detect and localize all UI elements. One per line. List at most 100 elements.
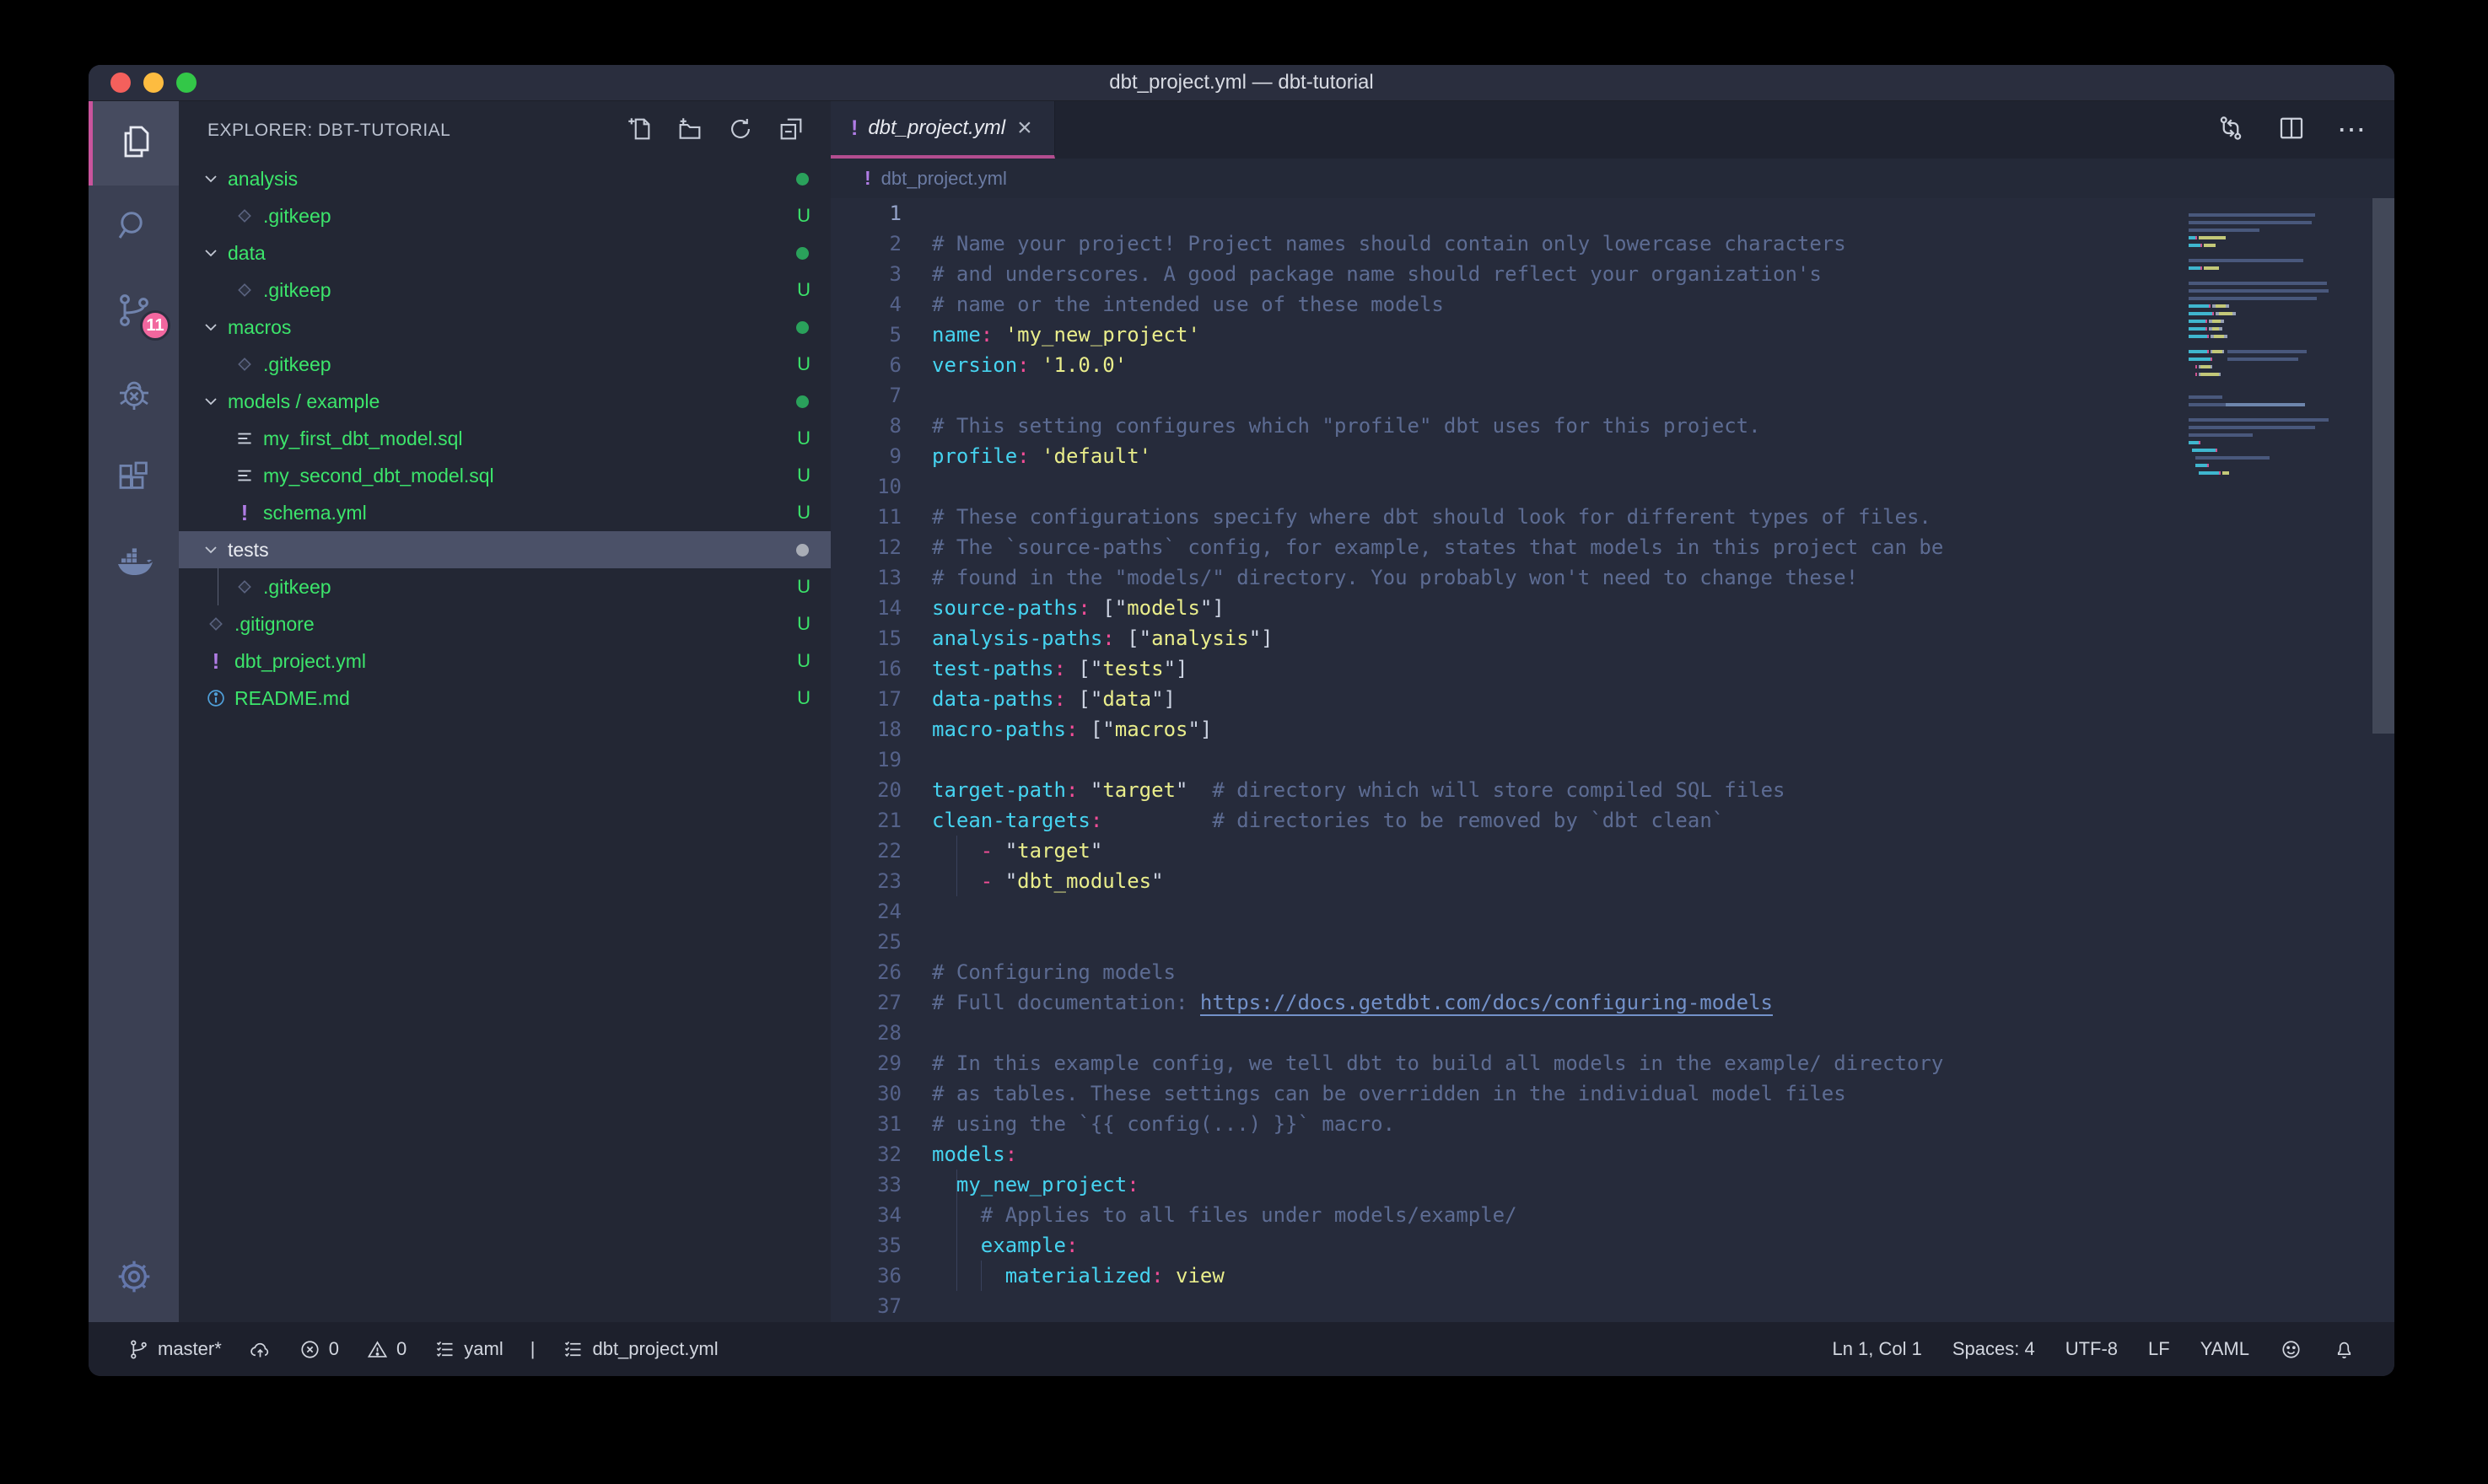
code-line-9[interactable]: 9profile: 'default' bbox=[831, 441, 2394, 471]
status-notifications[interactable] bbox=[2333, 1338, 2356, 1361]
code-line-11[interactable]: 11# These configurations specify where d… bbox=[831, 502, 2394, 532]
tree-item-label: .gitkeep bbox=[263, 205, 331, 228]
new-folder-icon[interactable] bbox=[676, 115, 704, 148]
code-line-12[interactable]: 12# The `source-paths` config, for examp… bbox=[831, 532, 2394, 562]
status-indentation[interactable]: Spaces: 4 bbox=[1952, 1338, 2035, 1360]
breadcrumb[interactable]: ! dbt_project.yml bbox=[831, 159, 2394, 198]
tree-row--gitkeep[interactable]: .gitkeepU bbox=[179, 272, 831, 309]
code-line-31[interactable]: 31# using the `{{ config(...) }}` macro. bbox=[831, 1109, 2394, 1139]
activity-item-extensions[interactable] bbox=[89, 438, 179, 523]
code-line-1[interactable]: 1 bbox=[831, 198, 2394, 229]
status-eol[interactable]: LF bbox=[2148, 1338, 2170, 1360]
code-line-32[interactable]: 32models: bbox=[831, 1139, 2394, 1169]
code-line-19[interactable]: 19 bbox=[831, 745, 2394, 775]
vertical-scrollbar[interactable] bbox=[2372, 198, 2394, 734]
tree-row--gitignore[interactable]: .gitignoreU bbox=[179, 605, 831, 643]
tree-row-schema-yml[interactable]: !schema.ymlU bbox=[179, 494, 831, 531]
status-item-left-4[interactable]: yaml bbox=[434, 1338, 503, 1361]
tree-row-my-first-dbt-model-sql[interactable]: my_first_dbt_model.sqlU bbox=[179, 420, 831, 457]
tab-dbt-project-yml[interactable]: ! dbt_project.yml × bbox=[831, 101, 1055, 159]
code-line-30[interactable]: 30# as tables. These settings can be ove… bbox=[831, 1078, 2394, 1109]
status-language-mode[interactable]: YAML bbox=[2200, 1338, 2249, 1360]
status-encoding[interactable]: UTF-8 bbox=[2065, 1338, 2118, 1360]
code-line-10[interactable]: 10 bbox=[831, 471, 2394, 502]
code-line-5[interactable]: 5name: 'my_new_project' bbox=[831, 320, 2394, 350]
open-changes-icon[interactable] bbox=[2216, 113, 2246, 148]
code-line-4[interactable]: 4# name or the intended use of these mod… bbox=[831, 289, 2394, 320]
code-line-2[interactable]: 2# Name your project! Project names shou… bbox=[831, 229, 2394, 259]
tree-row--gitkeep[interactable]: .gitkeepU bbox=[179, 346, 831, 383]
code-line-23[interactable]: 23 - "dbt_modules" bbox=[831, 866, 2394, 896]
activity-item-explorer[interactable] bbox=[89, 101, 179, 186]
tab-label: dbt_project.yml bbox=[868, 116, 1005, 140]
code-line-37[interactable]: 37 bbox=[831, 1291, 2394, 1321]
status-item-left-1[interactable] bbox=[249, 1338, 272, 1361]
activity-item-debug[interactable] bbox=[89, 354, 179, 438]
minimap[interactable] bbox=[2189, 203, 2370, 484]
code-line-8[interactable]: 8# This setting configures which "profil… bbox=[831, 411, 2394, 441]
new-file-icon[interactable] bbox=[625, 115, 654, 148]
code-line-29[interactable]: 29# In this example config, we tell dbt … bbox=[831, 1048, 2394, 1078]
close-window-button[interactable] bbox=[110, 73, 131, 93]
code-line-33[interactable]: 33 my_new_project: bbox=[831, 1169, 2394, 1200]
split-editor-icon[interactable] bbox=[2276, 113, 2307, 148]
minimize-window-button[interactable] bbox=[143, 73, 164, 93]
code-line-13[interactable]: 13# found in the "models/" directory. Yo… bbox=[831, 562, 2394, 593]
line-content: materialized: view bbox=[932, 1261, 1225, 1291]
more-actions-icon[interactable]: ⋯ bbox=[2337, 116, 2366, 144]
status-cursor-position[interactable]: Ln 1, Col 1 bbox=[1832, 1338, 1921, 1360]
activity-item-docker[interactable] bbox=[89, 523, 179, 607]
tree-row-analysis[interactable]: analysis bbox=[179, 160, 831, 197]
code-line-36[interactable]: 36 materialized: view bbox=[831, 1261, 2394, 1291]
tree-row-readme-md[interactable]: README.mdU bbox=[179, 680, 831, 717]
status-item-left-6[interactable]: dbt_project.yml bbox=[562, 1338, 718, 1361]
status-label: dbt_project.yml bbox=[592, 1338, 718, 1360]
code-line-21[interactable]: 21clean-targets: # directories to be rem… bbox=[831, 805, 2394, 836]
code-line-20[interactable]: 20target-path: "target" # directory whic… bbox=[831, 775, 2394, 805]
code-line-35[interactable]: 35 example: bbox=[831, 1230, 2394, 1261]
indent-guide bbox=[981, 1261, 982, 1291]
code-line-3[interactable]: 3# and underscores. A good package name … bbox=[831, 259, 2394, 289]
activity-item-source-control[interactable]: 11 bbox=[89, 270, 179, 354]
code-line-26[interactable]: 26# Configuring models bbox=[831, 957, 2394, 987]
code-line-22[interactable]: 22 - "target" bbox=[831, 836, 2394, 866]
activity-item-search[interactable] bbox=[89, 186, 179, 270]
code-line-14[interactable]: 14source-paths: ["models"] bbox=[831, 593, 2394, 623]
code-line-25[interactable]: 25 bbox=[831, 927, 2394, 957]
tree-row-data[interactable]: data bbox=[179, 234, 831, 272]
refresh-icon[interactable] bbox=[726, 115, 755, 148]
git-untracked-badge: U bbox=[797, 465, 810, 487]
status-item-left-3[interactable]: 0 bbox=[366, 1338, 407, 1361]
code-line-18[interactable]: 18macro-paths: ["macros"] bbox=[831, 714, 2394, 745]
activity-item-settings[interactable] bbox=[89, 1234, 179, 1322]
code-line-6[interactable]: 6version: '1.0.0' bbox=[831, 350, 2394, 380]
tree-row-macros[interactable]: macros bbox=[179, 309, 831, 346]
tree-row-models-example[interactable]: models / example bbox=[179, 383, 831, 420]
collapse-all-icon[interactable] bbox=[777, 115, 805, 148]
status-feedback[interactable] bbox=[2280, 1338, 2302, 1361]
line-content: example: bbox=[932, 1230, 1078, 1261]
code-line-7[interactable]: 7 bbox=[831, 380, 2394, 411]
warning-flag-icon: ! bbox=[204, 648, 228, 675]
code-line-15[interactable]: 15analysis-paths: ["analysis"] bbox=[831, 623, 2394, 653]
tree-row-my-second-dbt-model-sql[interactable]: my_second_dbt_model.sqlU bbox=[179, 457, 831, 494]
close-tab-icon[interactable]: × bbox=[1015, 116, 1034, 141]
code-line-28[interactable]: 28 bbox=[831, 1018, 2394, 1048]
zoom-window-button[interactable] bbox=[176, 73, 197, 93]
code-line-16[interactable]: 16test-paths: ["tests"] bbox=[831, 653, 2394, 684]
code-line-17[interactable]: 17data-paths: ["data"] bbox=[831, 684, 2394, 714]
code-line-24[interactable]: 24 bbox=[831, 896, 2394, 927]
documentation-link[interactable]: https://docs.getdbt.com/docs/configuring… bbox=[1200, 991, 1773, 1016]
line-number: 15 bbox=[831, 623, 902, 653]
code-line-34[interactable]: 34 # Applies to all files under models/e… bbox=[831, 1200, 2394, 1230]
tree-row--gitkeep[interactable]: .gitkeepU bbox=[179, 568, 831, 605]
tree-row--gitkeep[interactable]: .gitkeepU bbox=[179, 197, 831, 234]
list-selection-icon bbox=[434, 1338, 456, 1361]
tree-row-tests[interactable]: tests bbox=[179, 531, 831, 568]
line-number: 6 bbox=[831, 350, 902, 380]
code-editor[interactable]: 12# Name your project! Project names sho… bbox=[831, 198, 2394, 1322]
tree-row-dbt-project-yml[interactable]: !dbt_project.ymlU bbox=[179, 643, 831, 680]
code-line-27[interactable]: 27# Full documentation: https://docs.get… bbox=[831, 987, 2394, 1018]
status-item-left-0[interactable]: master* bbox=[127, 1338, 222, 1361]
status-item-left-2[interactable]: 0 bbox=[299, 1338, 339, 1361]
